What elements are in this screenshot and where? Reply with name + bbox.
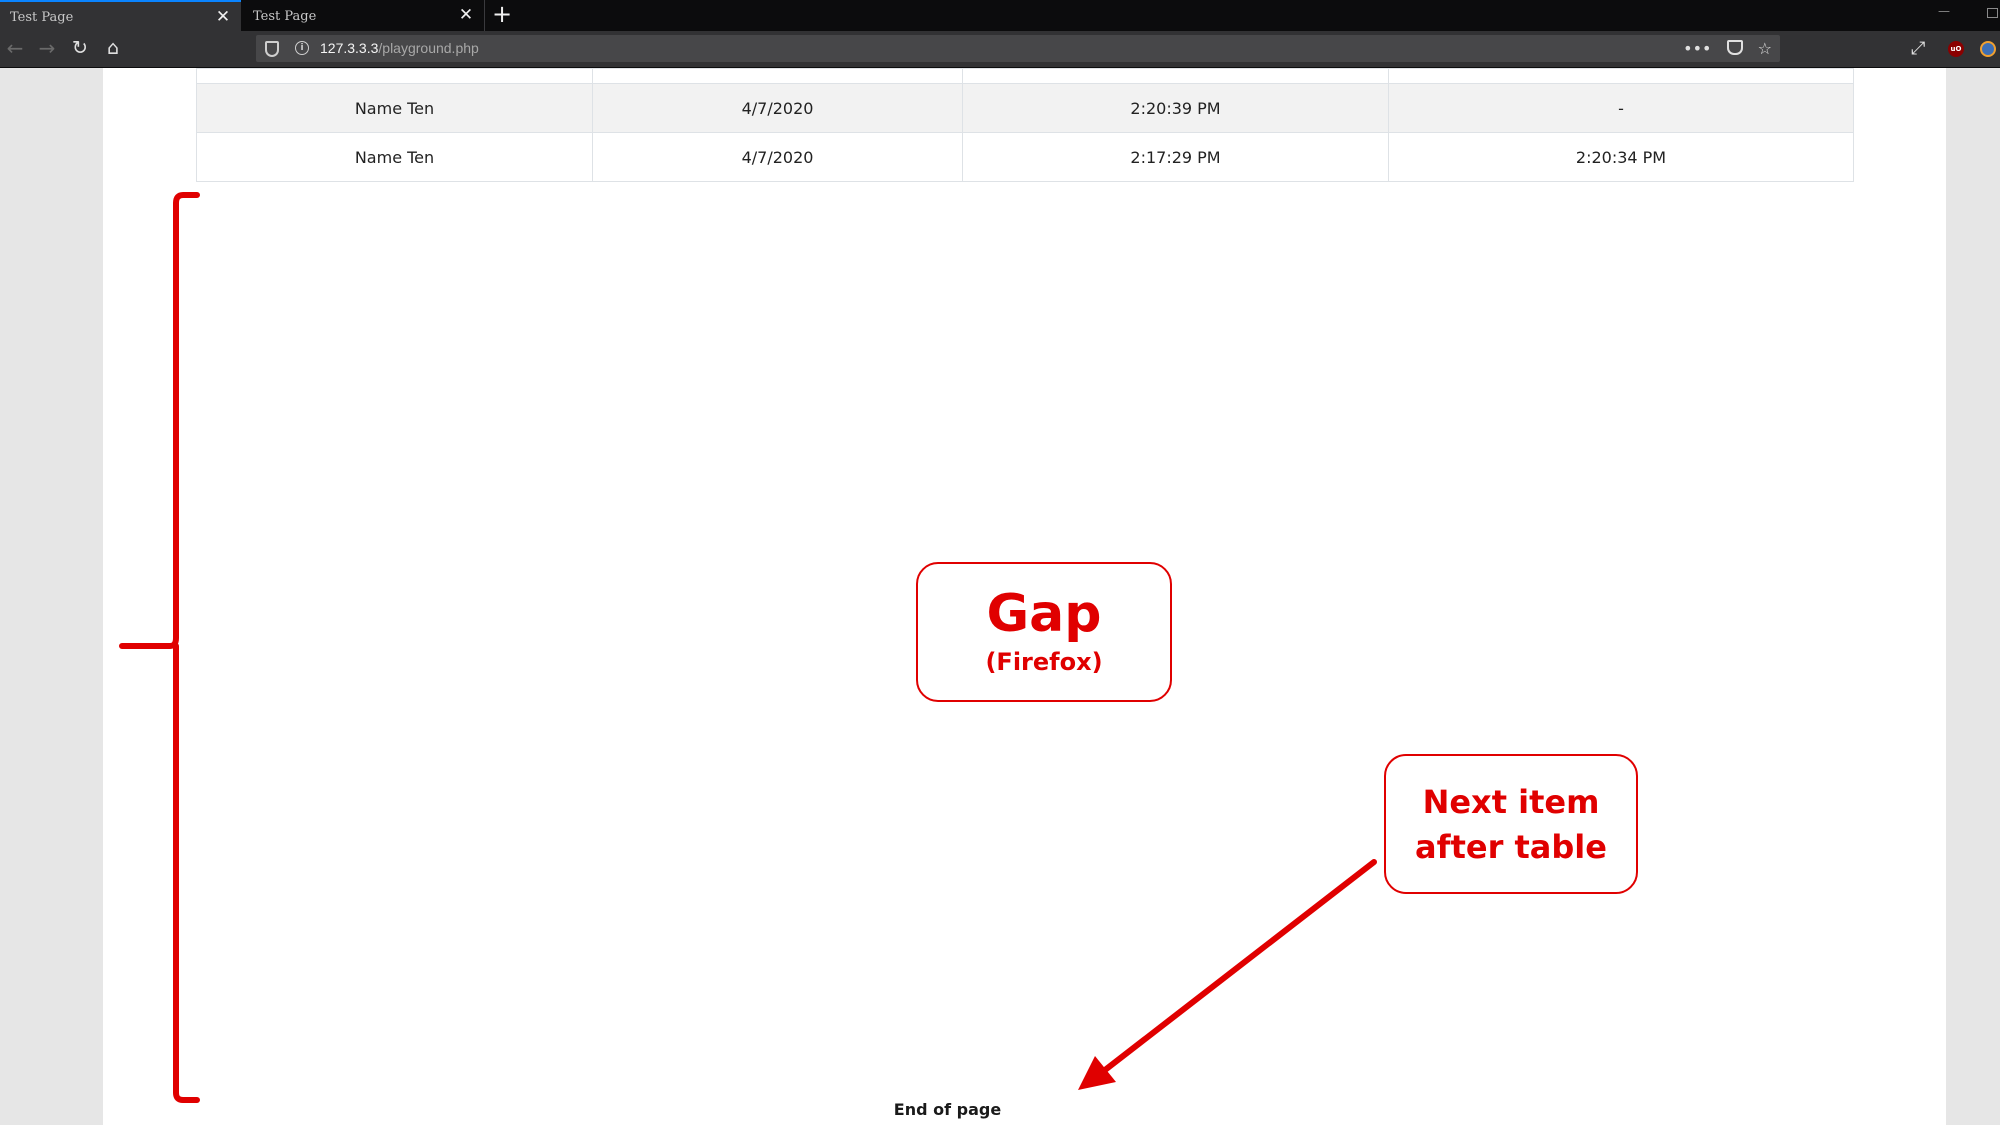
info-icon[interactable]: i xyxy=(295,41,309,55)
table-cell-time-in: 2:20:39 PM xyxy=(962,83,1389,133)
navigation-toolbar: ← → ↻ ⌂ i 127.3.3.3/playground.php ••• ☆… xyxy=(0,31,2000,68)
url-path: /playground.php xyxy=(378,40,479,56)
pocket-icon[interactable] xyxy=(1726,40,1743,55)
extension-icon[interactable] xyxy=(1980,41,1996,57)
tab-test-page-active[interactable]: Test Page ✕ xyxy=(0,0,241,31)
table-row: Name Ten 4/7/2020 2:17:29 PM 2:20:34 PM xyxy=(196,132,1854,182)
table-cell xyxy=(592,68,963,84)
tab-title: Test Page xyxy=(253,9,317,24)
close-tab-icon[interactable]: ✕ xyxy=(213,7,233,27)
forward-arrow-icon[interactable]: → xyxy=(34,36,60,62)
expand-icon[interactable]: ⤢ xyxy=(1911,36,1925,62)
tab-title: Test Page xyxy=(10,10,74,25)
table-cell-name: Name Ten xyxy=(196,132,593,182)
end-of-page-label: End of page xyxy=(893,1100,1002,1119)
shield-icon[interactable] xyxy=(265,41,279,57)
table-cell-time-out: 2:20:34 PM xyxy=(1388,132,1854,182)
table-cell-time-in: 2:17:29 PM xyxy=(962,132,1389,182)
window-restore-button[interactable] xyxy=(1987,8,1998,18)
table-cell-time-out: - xyxy=(1388,83,1854,133)
table-cell-date: 4/7/2020 xyxy=(592,83,963,133)
tab-strip: Test Page ✕ Test Page ✕ + — xyxy=(0,0,2000,31)
data-table: Name Ten 4/7/2020 2:20:39 PM - Name Ten … xyxy=(196,68,1854,182)
ublock-icon[interactable]: uO xyxy=(1948,41,1964,57)
table-cell xyxy=(196,68,593,84)
page-actions: ••• ☆ xyxy=(1673,35,1772,62)
table-cell xyxy=(1388,68,1854,84)
table-cell xyxy=(962,68,1389,84)
reload-icon[interactable]: ↻ xyxy=(67,36,93,62)
table-cell-date: 4/7/2020 xyxy=(592,132,963,182)
page-viewport[interactable]: Name Ten 4/7/2020 2:20:39 PM - Name Ten … xyxy=(0,68,2000,1125)
new-tab-button[interactable]: + xyxy=(490,1,514,29)
end-of-page-text: End of page xyxy=(103,1100,1946,1119)
table-row: Name Ten 4/7/2020 2:20:39 PM - xyxy=(196,83,1854,133)
url-text[interactable]: 127.3.3.3/playground.php xyxy=(320,35,479,62)
page-actions-menu-icon[interactable]: ••• xyxy=(1683,39,1711,58)
tab-test-page[interactable]: Test Page ✕ xyxy=(243,0,485,31)
star-icon[interactable]: ☆ xyxy=(1758,39,1772,58)
address-bar[interactable]: i 127.3.3.3/playground.php ••• ☆ xyxy=(256,35,1780,62)
url-host: 127.3.3.3 xyxy=(320,40,379,56)
table-cell-name: Name Ten xyxy=(196,83,593,133)
home-icon[interactable]: ⌂ xyxy=(100,36,126,62)
back-arrow-icon[interactable]: ← xyxy=(2,36,28,62)
table-row-cut-off xyxy=(196,68,1854,84)
window-minimize-button[interactable]: — xyxy=(1938,4,1950,18)
page-content: Name Ten 4/7/2020 2:20:39 PM - Name Ten … xyxy=(103,68,1946,1125)
close-tab-icon[interactable]: ✕ xyxy=(456,5,476,25)
